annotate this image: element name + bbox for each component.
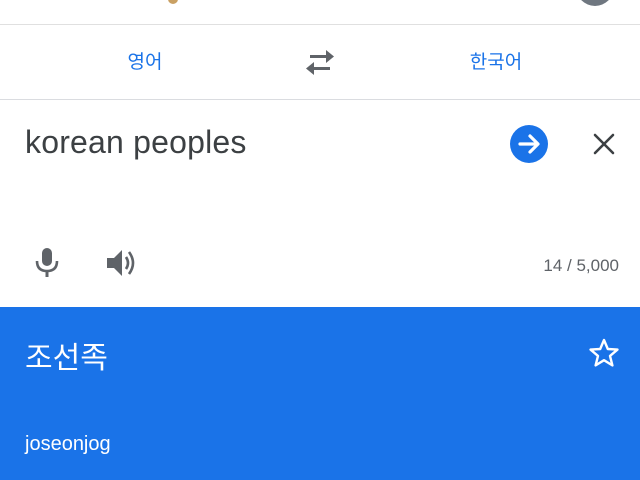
translation-result-card: 조선족 joseonjog: [0, 307, 640, 480]
swap-languages-button[interactable]: [300, 47, 340, 79]
romanization-text: joseonjog: [25, 433, 111, 455]
character-count: 14 / 5,000: [543, 256, 619, 275]
translation-text: 조선족: [25, 341, 108, 376]
partial-icon: [168, 0, 178, 4]
clear-input-button[interactable]: [590, 130, 618, 158]
swap-arrows-icon: [306, 50, 334, 75]
star-outline-icon: [589, 338, 619, 367]
source-input-area[interactable]: korean peoples 14 / 5,000: [0, 100, 640, 307]
translate-go-button[interactable]: [510, 125, 548, 163]
microphone-button[interactable]: [32, 246, 62, 280]
speaker-icon: [107, 250, 135, 276]
target-language-button[interactable]: 한국어: [446, 47, 546, 77]
top-bar: [0, 0, 640, 25]
save-translation-button[interactable]: [588, 337, 620, 369]
listen-button[interactable]: [104, 246, 140, 280]
microphone-icon: [35, 248, 59, 277]
source-language-button[interactable]: 영어: [95, 47, 195, 77]
arrow-right-icon: [518, 134, 540, 154]
language-bar: 영어 한국어: [0, 25, 640, 100]
avatar[interactable]: [576, 0, 614, 6]
source-text[interactable]: korean peoples: [25, 124, 247, 161]
close-icon: [593, 133, 615, 155]
